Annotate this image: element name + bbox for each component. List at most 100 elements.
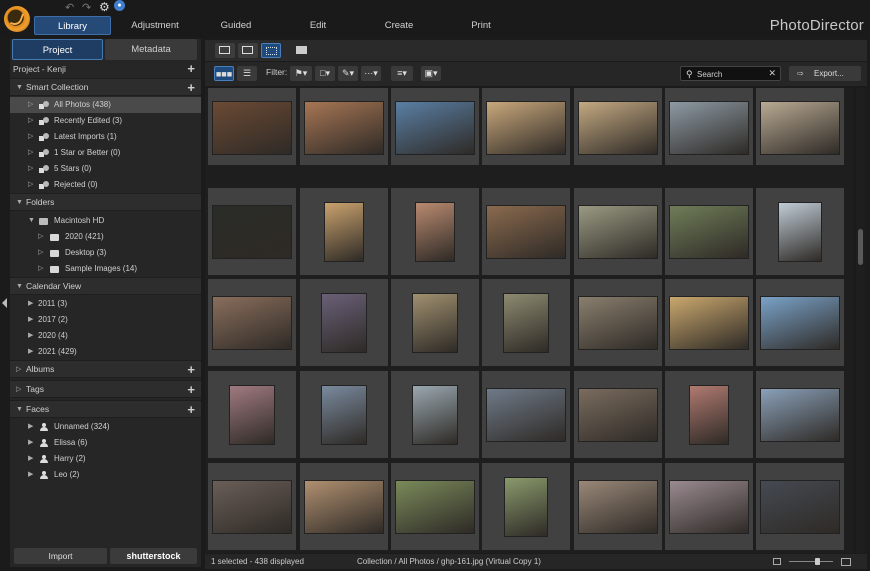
photo-thumbnail-cell[interactable] — [665, 371, 753, 458]
photo-thumbnail-cell[interactable] — [756, 279, 844, 366]
photo-thumbnail-cell[interactable] — [482, 188, 570, 275]
photo-thumbnail[interactable] — [304, 101, 384, 155]
chevron-down-icon[interactable]: ▼ — [16, 79, 23, 96]
photo-thumbnail[interactable] — [415, 201, 455, 262]
calendar-item-2017[interactable]: ▶ 2017 (2) — [10, 312, 201, 328]
thumbnail-view-button[interactable]: ■■■ — [214, 66, 234, 81]
photo-thumbnail-cell[interactable] — [665, 88, 753, 165]
photo-thumbnail[interactable] — [578, 204, 658, 259]
chevron-right-icon[interactable]: ▷ — [38, 229, 43, 245]
chevron-right-icon[interactable]: ▷ — [28, 177, 33, 193]
chevron-right-icon[interactable]: ▶ — [28, 328, 33, 344]
import-button[interactable]: Import — [14, 548, 107, 564]
photo-thumbnail[interactable] — [760, 387, 840, 442]
chevron-right-icon[interactable]: ▶ — [28, 344, 33, 360]
photo-thumbnail-cell[interactable] — [574, 279, 662, 366]
photo-thumbnail-cell[interactable] — [665, 279, 753, 366]
chevron-right-icon[interactable]: ▶ — [28, 467, 33, 483]
grid-scrollbar[interactable] — [856, 88, 865, 553]
section-smart-collection[interactable]: ▼ Smart Collection + — [10, 78, 201, 96]
tab-project[interactable]: Project — [12, 39, 103, 60]
photo-thumbnail-cell[interactable] — [208, 371, 296, 458]
smart-item-all-photos[interactable]: ▷ All Photos (438) — [10, 97, 201, 113]
photo-thumbnail-cell[interactable] — [208, 188, 296, 275]
photo-thumbnail-cell[interactable] — [574, 371, 662, 458]
collapse-panel-arrow-icon[interactable] — [2, 298, 7, 308]
search-input[interactable] — [697, 68, 767, 80]
scroll-thumb[interactable] — [858, 229, 863, 265]
photo-thumbnail[interactable] — [321, 384, 367, 445]
photo-thumbnail-cell[interactable] — [391, 88, 479, 165]
smart-item-latest-imports[interactable]: ▷ Latest Imports (1) — [10, 129, 201, 145]
photo-thumbnail-cell[interactable] — [756, 188, 844, 275]
face-item-leo[interactable]: ▶ Leo (2) — [10, 467, 201, 483]
photo-thumbnail[interactable] — [212, 204, 292, 259]
photo-thumbnail[interactable] — [212, 101, 292, 155]
photo-thumbnail-cell[interactable] — [300, 279, 388, 366]
thumbnail-zoom-slider[interactable] — [789, 561, 833, 562]
photo-thumbnail[interactable] — [669, 101, 749, 155]
compare-view-button[interactable] — [238, 43, 258, 58]
chevron-right-icon[interactable]: ▶ — [28, 435, 33, 451]
edit-filter-dropdown[interactable]: ✎▾ — [338, 66, 358, 81]
chevron-right-icon[interactable]: ▷ — [38, 245, 43, 261]
section-tags[interactable]: ▷ Tags + — [10, 380, 201, 398]
more-filter-dropdown[interactable]: ⋯▾ — [361, 66, 381, 81]
photo-thumbnail-cell[interactable] — [482, 463, 570, 550]
export-button[interactable]: ⇨ Export... — [789, 66, 861, 81]
photo-thumbnail[interactable] — [760, 295, 840, 350]
grid-view-button[interactable] — [261, 43, 281, 58]
photo-thumbnail[interactable] — [486, 101, 566, 155]
chevron-right-icon[interactable]: ▷ — [38, 261, 43, 277]
search-box[interactable]: ⚲ ✕ — [680, 66, 781, 81]
tab-metadata[interactable]: Metadata — [105, 39, 197, 60]
sort-dropdown[interactable]: ≡▾ — [391, 66, 413, 81]
redo-icon[interactable]: ↷ — [82, 1, 91, 14]
folder-sample-images[interactable]: ▷ Sample Images (14) — [10, 261, 201, 277]
photo-thumbnail-cell[interactable] — [300, 188, 388, 275]
section-calendar-view[interactable]: ▼ Calendar View — [10, 277, 201, 295]
photo-thumbnail-cell[interactable] — [756, 463, 844, 550]
chevron-right-icon[interactable]: ▷ — [28, 113, 33, 129]
photo-thumbnail[interactable] — [412, 292, 458, 353]
app-logo[interactable] — [4, 6, 30, 32]
tab-edit[interactable]: Edit — [283, 16, 353, 35]
large-thumbnail-icon[interactable] — [841, 558, 851, 566]
photo-thumbnail-cell[interactable] — [208, 88, 296, 165]
photo-thumbnail[interactable] — [578, 387, 658, 442]
chevron-down-icon[interactable]: ▼ — [16, 278, 23, 295]
zoom-slider-handle[interactable] — [815, 558, 820, 565]
clear-search-icon[interactable]: ✕ — [768, 68, 776, 79]
section-folders[interactable]: ▼ Folders — [10, 193, 201, 211]
tab-create[interactable]: Create — [364, 16, 434, 35]
smart-item-5-stars[interactable]: ▷ 5 Stars (0) — [10, 161, 201, 177]
color-label-filter-dropdown[interactable]: □▾ — [315, 66, 335, 81]
photo-thumbnail[interactable] — [578, 479, 658, 534]
photo-thumbnail[interactable] — [321, 292, 367, 353]
section-faces[interactable]: ▼ Faces + — [10, 400, 201, 418]
chevron-right-icon[interactable]: ▶ — [28, 419, 33, 435]
photo-thumbnail-cell[interactable] — [482, 279, 570, 366]
photo-thumbnail-cell[interactable] — [482, 371, 570, 458]
photo-thumbnail[interactable] — [669, 204, 749, 259]
photo-thumbnail-cell[interactable] — [300, 463, 388, 550]
folder-macintosh-hd[interactable]: ▼ Macintosh HD — [10, 213, 201, 229]
smart-item-1-star[interactable]: ▷ 1 Star or Better (0) — [10, 145, 201, 161]
photo-thumbnail[interactable] — [689, 384, 729, 445]
small-thumbnail-icon[interactable] — [773, 558, 781, 565]
photo-thumbnail[interactable] — [412, 384, 458, 445]
photo-thumbnail[interactable] — [669, 479, 749, 534]
single-view-button[interactable] — [215, 43, 235, 58]
photo-thumbnail[interactable] — [778, 201, 822, 262]
add-tag-icon[interactable]: + — [187, 381, 195, 398]
face-item-elissa[interactable]: ▶ Elissa (6) — [10, 435, 201, 451]
photo-thumbnail-cell[interactable] — [574, 463, 662, 550]
add-smart-collection-icon[interactable]: + — [187, 79, 195, 96]
chevron-right-icon[interactable]: ▶ — [28, 312, 33, 328]
photo-thumbnail[interactable] — [578, 295, 658, 350]
tab-adjustment[interactable]: Adjustment — [118, 16, 192, 35]
face-item-unnamed[interactable]: ▶ Unnamed (324) — [10, 419, 201, 435]
photo-thumbnail[interactable] — [304, 479, 384, 534]
tab-guided[interactable]: Guided — [201, 16, 271, 35]
photo-thumbnail-cell[interactable] — [665, 188, 753, 275]
